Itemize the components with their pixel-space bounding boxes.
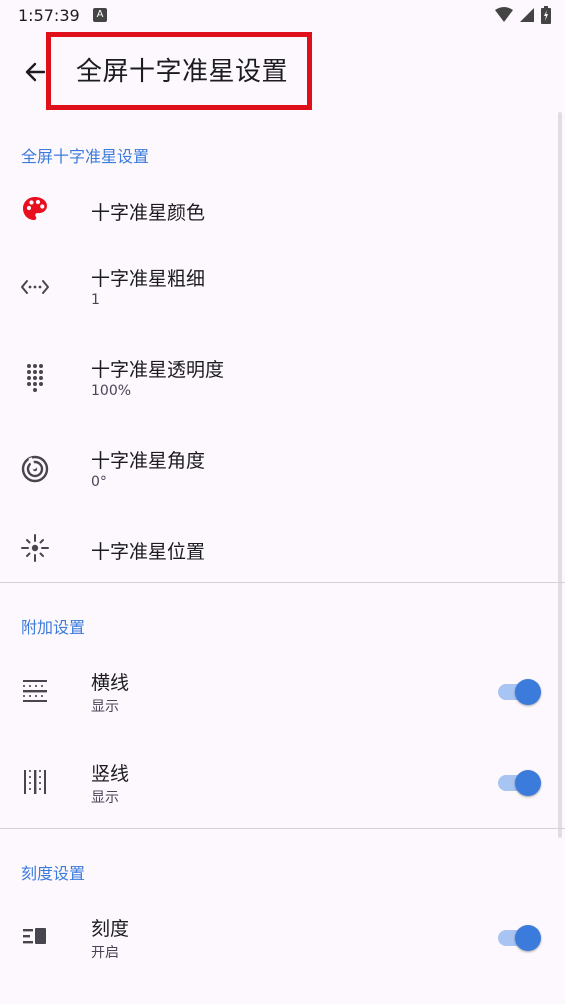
item-label: 十字准星透明度 — [91, 359, 225, 381]
signal-icon — [520, 8, 534, 22]
horizontal-lines-icon — [23, 680, 47, 702]
status-bar: 1:57:39 A — [0, 0, 565, 32]
app-bar: 全屏十字准星设置 — [0, 32, 565, 112]
status-time: 1:57:39 — [18, 6, 80, 25]
item-value: 显示 — [91, 699, 119, 715]
item-value: 1 — [91, 292, 100, 308]
target-icon — [21, 455, 49, 483]
section-header-crosshair: 全屏十字准星设置 — [21, 147, 150, 166]
divider — [0, 828, 565, 829]
page-title: 全屏十字准星设置 — [76, 57, 289, 87]
battery-icon — [541, 6, 551, 24]
dot-grid-icon — [27, 364, 43, 392]
list-item-horizontal-line[interactable]: 横线 显示 — [0, 662, 560, 726]
palette-icon — [23, 197, 47, 220]
ruler-icon — [23, 928, 46, 944]
item-value: 100% — [91, 383, 132, 399]
item-value: 0° — [91, 474, 107, 490]
section-header-scale: 刻度设置 — [21, 864, 86, 883]
item-label: 十字准星角度 — [91, 450, 206, 472]
item-value: 开启 — [91, 945, 119, 961]
switch-thumb — [515, 770, 541, 796]
list-item-crosshair-opacity[interactable]: 十字准星透明度 100% — [0, 349, 560, 413]
list-item-crosshair-color[interactable]: 十字准星颜色 — [0, 182, 560, 238]
item-label: 刻度 — [91, 918, 130, 940]
item-label: 十字准星位置 — [91, 541, 206, 563]
vertical-lines-icon — [24, 770, 46, 794]
scale-switch[interactable] — [498, 923, 542, 951]
item-label: 横线 — [91, 672, 130, 694]
item-label: 十字准星颜色 — [91, 202, 206, 224]
list-item-scale[interactable]: 刻度 开启 — [0, 908, 560, 972]
list-item-vertical-line[interactable]: 竖线 显示 — [0, 753, 560, 817]
horizontal-line-switch[interactable] — [498, 677, 542, 705]
notification-icon: A — [93, 8, 107, 22]
switch-thumb — [515, 925, 541, 951]
item-label: 竖线 — [91, 763, 130, 785]
item-value: 显示 — [91, 790, 119, 806]
vertical-line-switch[interactable] — [498, 768, 542, 796]
item-label: 十字准星粗细 — [91, 268, 206, 290]
switch-thumb — [515, 679, 541, 705]
wifi-icon — [495, 7, 513, 22]
section-header-additional: 附加设置 — [21, 618, 86, 637]
code-brackets-icon — [21, 280, 49, 294]
crosshair-icon — [21, 534, 49, 562]
list-item-crosshair-angle[interactable]: 十字准星角度 0° — [0, 440, 560, 504]
list-item-crosshair-thickness[interactable]: 十字准星粗细 1 — [0, 258, 560, 322]
status-icons — [495, 6, 551, 24]
divider — [0, 582, 565, 583]
list-item-crosshair-position[interactable]: 十字准星位置 — [0, 521, 560, 577]
